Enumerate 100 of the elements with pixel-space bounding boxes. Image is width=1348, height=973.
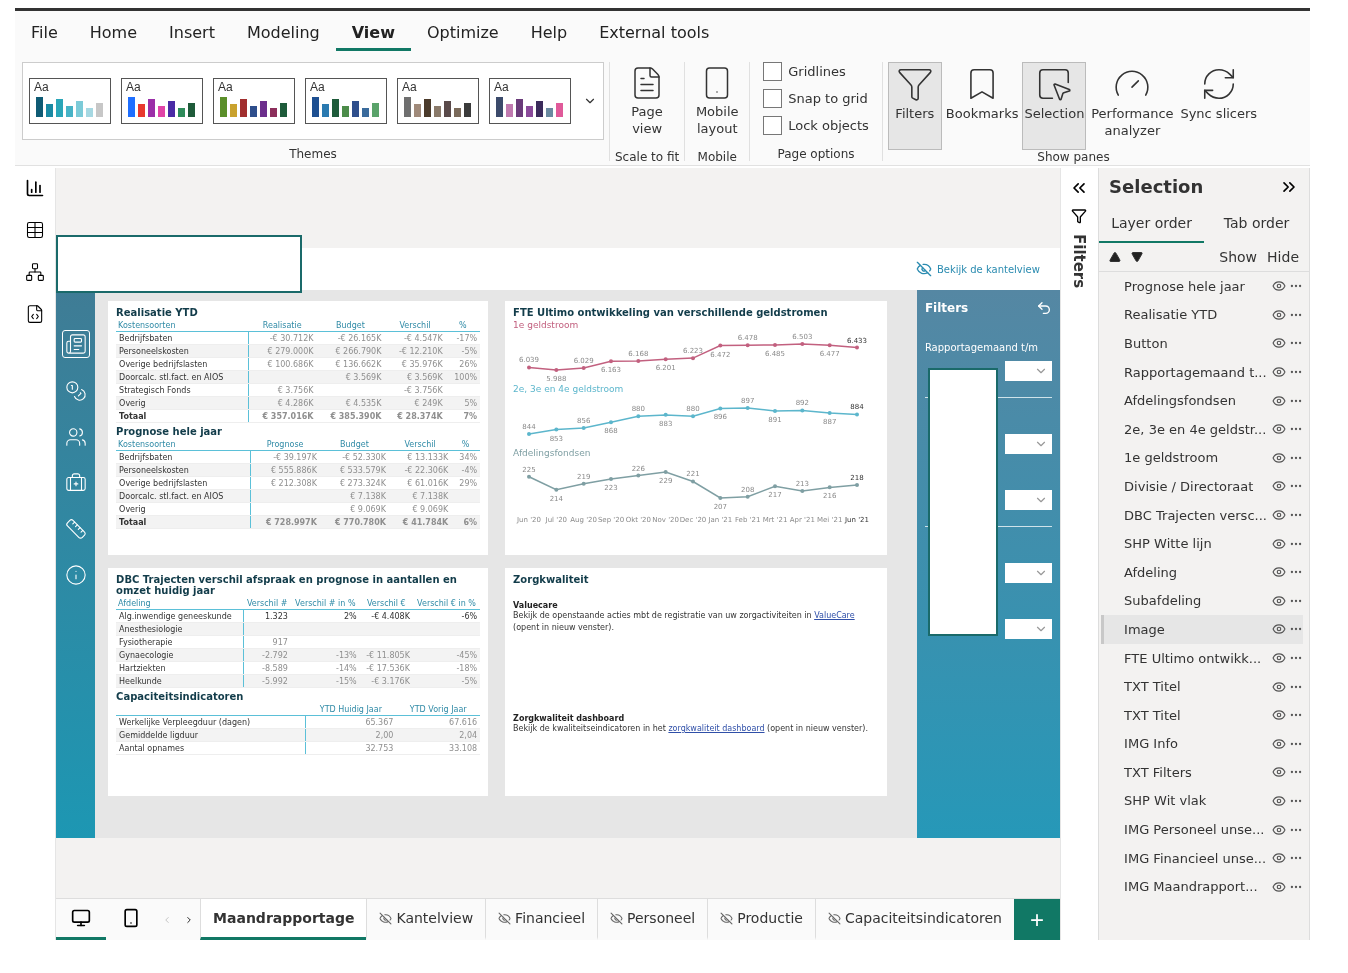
pane-button[interactable]: Filters — [887, 62, 942, 150]
table-cell: Overig — [116, 502, 251, 516]
eye-icon[interactable] — [1272, 536, 1286, 551]
dropdown[interactable] — [1004, 563, 1052, 583]
bar-chart-icon[interactable] — [25, 178, 46, 198]
eye-icon[interactable] — [1272, 736, 1286, 751]
move-down-button[interactable] — [1131, 251, 1144, 263]
menu-tab[interactable]: View — [335, 16, 411, 51]
layer-item[interactable]: IMG Financieel unse... — [1101, 843, 1303, 873]
table-cell: € 9.069K — [319, 502, 389, 516]
layer-item[interactable]: 2e, 3e en 4e geldstr... — [1101, 414, 1303, 444]
layer-item[interactable]: Divisie / Directoraat — [1101, 472, 1303, 501]
move-up-button[interactable] — [1109, 251, 1122, 263]
eye-icon[interactable] — [1272, 565, 1286, 580]
dropdown[interactable] — [1004, 619, 1052, 639]
reset-icon[interactable] — [1035, 300, 1052, 316]
table-icon[interactable] — [25, 220, 46, 240]
eye-icon[interactable] — [1272, 508, 1286, 523]
layer-item[interactable]: Realisatie YTD — [1101, 300, 1303, 330]
pane-tab[interactable]: Tab order — [1204, 205, 1309, 243]
layer-item[interactable]: FTE Ultimo ontwikk... — [1101, 643, 1303, 673]
layer-item[interactable]: TXT Filters — [1101, 758, 1303, 787]
layer-item[interactable]: Afdeling — [1101, 557, 1303, 587]
layer-item[interactable]: TXT Titel — [1101, 700, 1303, 730]
eye-icon[interactable] — [1272, 879, 1286, 894]
theme-swatch[interactable]: Aa — [29, 78, 111, 124]
menu-tab[interactable]: Optimize — [410, 16, 515, 51]
nav-button[interactable] — [61, 330, 90, 358]
medical-case-icon — [64, 472, 87, 494]
layer-item[interactable]: IMG Personeel unse... — [1101, 815, 1303, 844]
page-tab[interactable]: Productie — [707, 899, 815, 940]
pane-button[interactable]: Sync slicers — [1178, 62, 1260, 150]
dropdown[interactable] — [1004, 490, 1052, 510]
eye-icon[interactable] — [1272, 307, 1286, 322]
pane-tab[interactable]: Layer order — [1099, 205, 1205, 243]
pane-button[interactable]: Selection — [1022, 62, 1087, 150]
column-header: Kostensoorten — [116, 439, 251, 451]
layer-item[interactable]: Button — [1101, 329, 1303, 358]
page-tab[interactable]: Kantelview — [366, 899, 486, 940]
theme-swatch[interactable]: Aa — [305, 78, 387, 124]
eye-icon[interactable] — [1272, 422, 1286, 437]
mobile-layout-button[interactable]: Mobile layout — [690, 62, 745, 150]
add-page-button[interactable]: + — [1013, 899, 1060, 940]
layer-item[interactable]: TXT Titel — [1101, 672, 1303, 701]
menu-tab[interactable]: File — [15, 16, 74, 51]
layer-item[interactable]: 1e geldstroom — [1101, 443, 1303, 473]
layer-item[interactable]: Afdelingsfondsen — [1101, 386, 1303, 415]
eye-icon[interactable] — [1272, 593, 1286, 608]
layer-item[interactable]: DBC Trajecten versc... — [1101, 500, 1303, 530]
page-tab[interactable]: Financieel — [485, 899, 598, 940]
eye-icon[interactable] — [1272, 450, 1286, 465]
eye-icon[interactable] — [1272, 479, 1286, 494]
theme-swatch[interactable]: Aa — [213, 78, 295, 124]
checkbox[interactable]: Gridlines — [763, 62, 869, 81]
checkbox[interactable]: Lock objects — [763, 116, 869, 135]
show-button[interactable]: Show — [1219, 249, 1258, 265]
menu-tab[interactable]: Insert — [153, 16, 231, 51]
layer-item[interactable]: SHP Witte lijn — [1101, 529, 1303, 558]
pane-button[interactable]: Performance analyzer — [1088, 62, 1177, 150]
eye-icon[interactable] — [1272, 822, 1286, 837]
menu-tab[interactable]: External tools — [583, 16, 726, 51]
page-tab[interactable]: Capaciteitsindicatoren — [814, 899, 1014, 940]
eye-icon[interactable] — [1272, 336, 1286, 351]
data-point — [773, 484, 778, 489]
menu-tab[interactable]: Home — [73, 16, 154, 51]
eye-icon[interactable] — [1272, 279, 1286, 294]
theme-swatch[interactable]: Aa — [121, 78, 203, 124]
eye-icon[interactable] — [1272, 365, 1286, 380]
theme-swatch[interactable]: Aa — [489, 78, 571, 124]
hide-button[interactable]: Hide — [1267, 249, 1299, 265]
eye-icon[interactable] — [1272, 679, 1286, 694]
page-tab[interactable]: Maandrapportage — [200, 899, 367, 940]
dropdown[interactable] — [1004, 361, 1052, 381]
page-view-button[interactable]: Page view — [620, 62, 675, 150]
link[interactable]: zorgkwaliteit dashboard — [668, 724, 765, 733]
page-tab[interactable]: Personeel — [597, 899, 708, 940]
menu-tab[interactable]: Help — [514, 16, 584, 51]
checkbox[interactable]: Snap to grid — [763, 89, 869, 108]
table-cell: € 357.016K — [248, 409, 317, 423]
eye-icon[interactable] — [1272, 794, 1286, 808]
menu-tab[interactable]: Modeling — [230, 16, 336, 51]
layer-item[interactable]: Image — [1101, 615, 1303, 644]
eye-icon[interactable] — [1272, 393, 1286, 408]
eye-icon[interactable] — [1272, 765, 1286, 780]
layer-item[interactable]: IMG Maandrapport... — [1101, 872, 1303, 902]
layer-item[interactable]: Rapportagemaand t... — [1101, 357, 1303, 387]
eye-icon[interactable] — [1272, 851, 1286, 866]
layer-item[interactable]: IMG Info — [1101, 729, 1303, 759]
dropdown[interactable] — [1004, 434, 1052, 454]
theme-swatch[interactable]: Aa — [397, 78, 479, 124]
eye-icon[interactable] — [1272, 622, 1286, 637]
kantelview-link[interactable]: Bekijk de kantelview — [915, 261, 1040, 277]
eye-icon[interactable] — [1272, 708, 1286, 723]
pane-button[interactable]: Bookmarks — [943, 62, 1021, 150]
layer-item[interactable]: Prognose hele jaar — [1101, 272, 1303, 301]
model-icon[interactable] — [25, 262, 46, 282]
eye-icon[interactable] — [1272, 651, 1286, 665]
layer-item[interactable]: Subafdeling — [1101, 586, 1303, 616]
layer-item[interactable]: SHP Wit vlak — [1101, 786, 1303, 816]
link[interactable]: ValueCare — [814, 611, 855, 620]
